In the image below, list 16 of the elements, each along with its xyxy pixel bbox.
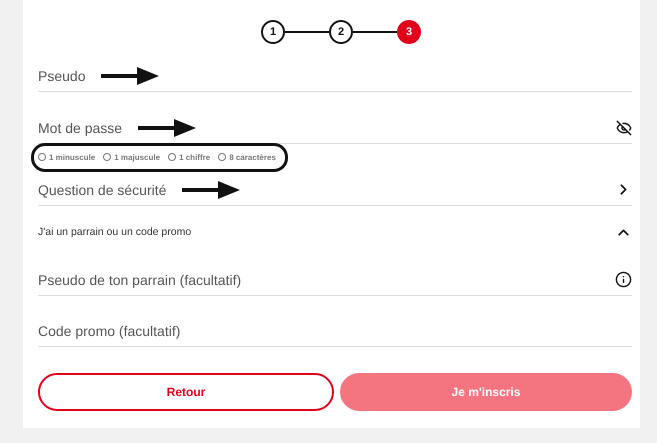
back-button[interactable]: Retour	[38, 373, 334, 411]
password-field[interactable]: Mot de passe	[38, 112, 632, 144]
eye-off-icon[interactable]	[616, 120, 632, 136]
info-icon[interactable]	[615, 271, 632, 288]
promo-toggle[interactable]: J'ai un parrain ou un code promo	[38, 218, 632, 246]
rule-label: 1 chiffre	[179, 152, 210, 162]
step-indicator: 3	[397, 20, 421, 44]
step-indicator: 1	[261, 20, 285, 44]
step-indicator: 2	[329, 20, 353, 44]
security-question-select[interactable]: Question de sécurité	[38, 174, 632, 206]
text-field[interactable]: Pseudo	[38, 60, 632, 92]
rule-label: 1 majuscule	[114, 152, 160, 162]
rule-label: 1 minuscule	[49, 152, 96, 162]
text-field[interactable]: Code promo (facultatif)	[38, 315, 632, 347]
text-field[interactable]: Pseudo de ton parrain (facultatif)	[38, 264, 632, 296]
rule-label: 8 caractères	[229, 152, 276, 162]
